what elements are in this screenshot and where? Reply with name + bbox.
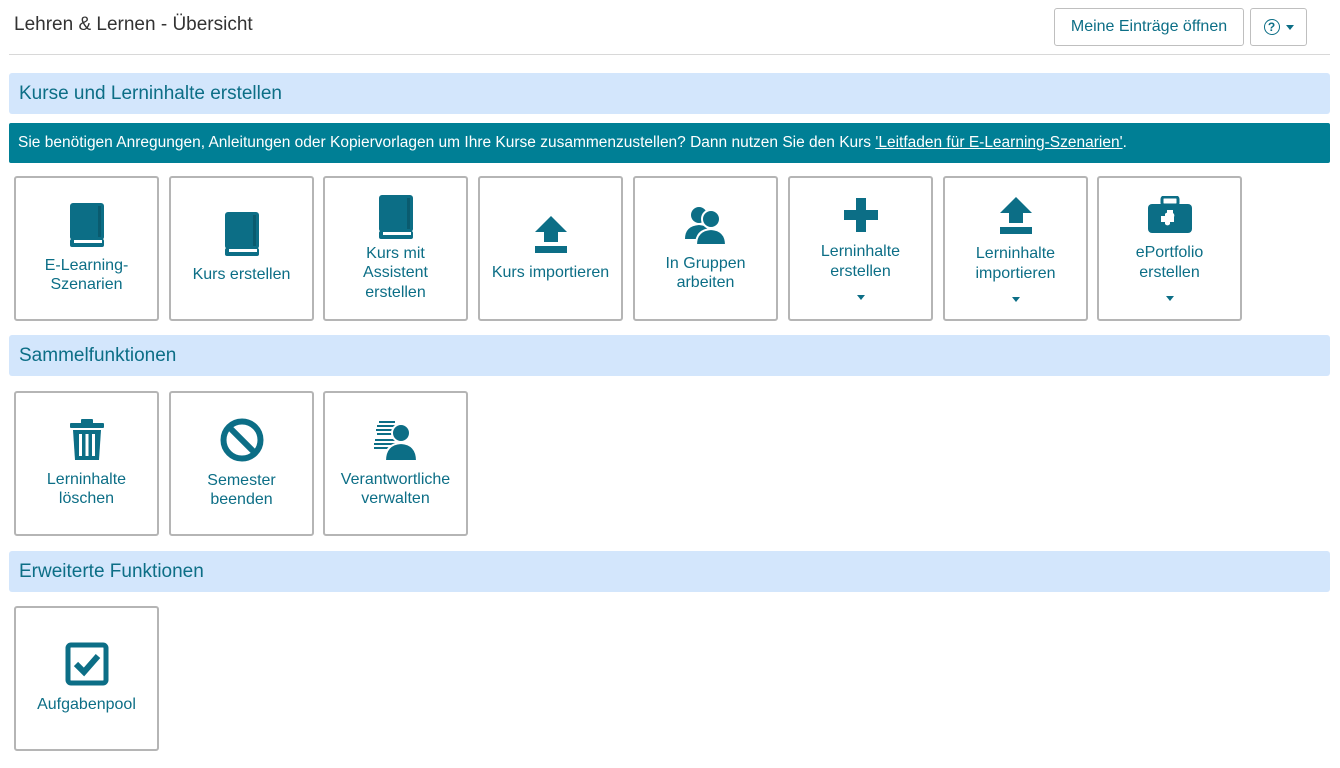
page-title: Lehren & Lernen - Übersicht	[14, 14, 253, 35]
chevron-down-icon	[856, 295, 865, 300]
tile-label: In Gruppen arbeiten	[665, 254, 746, 292]
info-suffix: .	[1122, 134, 1127, 151]
info-banner: Sie benötigen Anregungen, Anleitungen od…	[9, 123, 1330, 163]
tile-delete-learning-content[interactable]: Lerninhalte löschen	[14, 391, 159, 536]
tile-label: Kurs importieren	[491, 264, 610, 282]
book-icon	[223, 212, 261, 257]
info-text: Sie benötigen Anregungen, Anleitungen od…	[18, 134, 872, 151]
tile-create-learning-content[interactable]: Lerninhalte erstellen	[788, 176, 933, 321]
tile-task-pool[interactable]: Aufgabenpool	[14, 606, 159, 751]
tile-label: E-Learning-Szenarien	[44, 256, 129, 294]
my-entries-button[interactable]: Meine Einträge öffnen	[1054, 8, 1244, 46]
tile-e-learning-scenarios[interactable]: E-Learning-Szenarien	[14, 176, 159, 321]
section-header-create: Kurse und Lerninhalte erstellen	[9, 73, 1330, 114]
plus-icon	[843, 197, 879, 233]
user-manage-icon	[373, 419, 419, 461]
tile-create-course-wizard[interactable]: Kurs mit Assistent erstellen	[323, 176, 468, 321]
tile-manage-responsibles[interactable]: Verantwortliche verwalten	[323, 391, 468, 536]
tile-label: Lerninhalte importieren	[975, 245, 1056, 282]
tile-label: Lerninhalte löschen	[46, 470, 127, 508]
tile-import-course[interactable]: Kurs importieren	[478, 176, 623, 321]
book-icon	[68, 202, 106, 247]
tile-label: Aufgabenpool	[37, 696, 136, 714]
upload-icon	[533, 214, 569, 254]
ban-icon	[220, 418, 264, 462]
tile-end-semester[interactable]: Semester beenden	[169, 391, 314, 536]
tile-create-course[interactable]: Kurs erstellen	[169, 176, 314, 321]
help-dropdown-button[interactable]: ?	[1250, 8, 1307, 46]
tile-label: Kurs mit Assistent erstellen	[363, 244, 428, 301]
tile-import-learning-content[interactable]: Lerninhalte importieren	[943, 176, 1088, 321]
portfolio-icon	[1147, 196, 1193, 234]
help-icon: ?	[1263, 19, 1280, 35]
chevron-down-icon	[1165, 296, 1174, 301]
page-header: Lehren & Lernen - Übersicht Meine Einträ…	[0, 0, 1340, 55]
upload-icon	[998, 195, 1034, 235]
tile-label: Semester beenden	[207, 471, 276, 509]
chevron-down-icon	[1011, 297, 1020, 302]
guide-course-link[interactable]: 'Leitfaden für E-Learning-Szenarien'	[875, 134, 1122, 152]
chevron-down-icon	[1285, 24, 1294, 30]
users-icon	[683, 205, 729, 245]
book-icon	[377, 194, 415, 239]
section-header-extended: Erweiterte Funktionen	[9, 551, 1330, 592]
tile-label: ePortfolio erstellen	[1135, 244, 1204, 281]
header-divider	[9, 54, 1330, 55]
tile-label: Verantwortliche verwalten	[340, 470, 451, 508]
tile-label: Kurs erstellen	[192, 266, 291, 284]
tile-work-in-groups[interactable]: In Gruppen arbeiten	[633, 176, 778, 321]
section-header-collect: Sammelfunktionen	[9, 335, 1330, 376]
tile-create-eportfolio[interactable]: ePortfolio erstellen	[1097, 176, 1242, 321]
trash-icon	[69, 418, 105, 461]
tile-label: Lerninhalte erstellen	[820, 243, 901, 280]
checkbox-icon	[65, 642, 109, 686]
